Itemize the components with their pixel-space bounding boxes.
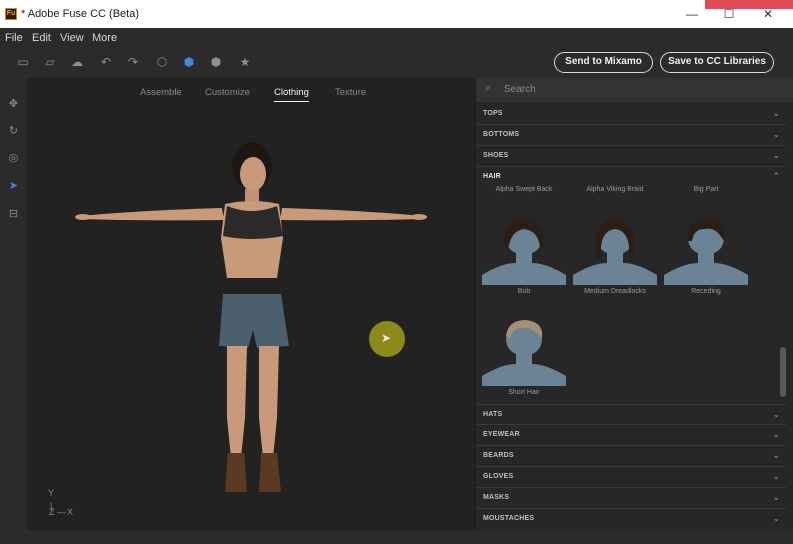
hair-thumbnail-bob[interactable]: [482, 215, 566, 285]
menu-more[interactable]: More: [92, 32, 117, 44]
search-bar[interactable]: ⌕ Search: [476, 78, 793, 102]
category-label: BOTTOMS: [483, 131, 520, 138]
menu-view[interactable]: View: [60, 32, 84, 44]
star-icon[interactable]: ★: [238, 55, 252, 69]
category-label: MASKS: [483, 494, 510, 501]
hair-name-alpha-viking-braid[interactable]: Alpha Viking Braid: [573, 186, 657, 193]
mouse-cursor-icon: ➤: [381, 331, 392, 345]
scrollbar-thumb[interactable]: [780, 347, 786, 397]
category-label: SHOES: [483, 152, 509, 159]
menu-file[interactable]: File: [5, 32, 23, 44]
category-shoes[interactable]: SHOES ⌄: [476, 146, 786, 167]
category-label: EYEWEAR: [483, 431, 520, 438]
hair-name-alpha-swept-back[interactable]: Alpha Swept Back: [482, 186, 566, 193]
window-title: * Adobe Fuse CC (Beta): [21, 8, 140, 20]
orbit-icon[interactable]: ◎: [7, 152, 20, 165]
category-gloves[interactable]: GLOVES ⌄: [476, 467, 786, 488]
select-arrow-icon[interactable]: ➤: [7, 180, 20, 193]
character-model[interactable]: [27, 78, 475, 530]
search-input[interactable]: Search: [504, 84, 536, 95]
category-label: TOPS: [483, 110, 503, 117]
shaded-cube-icon[interactable]: ⬢: [182, 55, 196, 69]
rotate-icon[interactable]: ↻: [7, 125, 20, 138]
cloud-icon[interactable]: ☁: [70, 55, 84, 69]
category-label: HAIR: [483, 173, 501, 180]
hair-name-bob[interactable]: Bob: [482, 288, 566, 295]
pose-icon[interactable]: ⊟: [7, 208, 20, 221]
title-bar: Fu * Adobe Fuse CC (Beta) — ☐ ✕: [0, 0, 793, 28]
category-label: GLOVES: [483, 473, 514, 480]
category-masks[interactable]: MASKS ⌄: [476, 488, 786, 509]
category-bottoms[interactable]: BOTTOMS ⌄: [476, 125, 786, 146]
status-bar: [0, 530, 793, 544]
category-hats[interactable]: HATS ⌄: [476, 404, 786, 425]
hair-name-receding[interactable]: Receding: [664, 288, 748, 295]
minimize-icon[interactable]: —: [677, 0, 707, 28]
hair-name-short-hair[interactable]: Short Hair: [482, 389, 566, 396]
search-icon: ⌕: [485, 82, 492, 94]
hair-name-big-part[interactable]: Big Part: [664, 186, 748, 193]
undo-icon[interactable]: ↶: [99, 55, 113, 69]
open-folder-icon[interactable]: ▱: [43, 55, 57, 69]
hair-name-medium-dreadlocks[interactable]: Medium Dreadlocks: [573, 288, 657, 295]
app-icon: Fu: [5, 8, 17, 20]
new-file-icon[interactable]: ▭: [16, 55, 30, 69]
category-label: MOUSTACHES: [483, 515, 535, 522]
hair-thumbnail-receding[interactable]: [664, 215, 748, 285]
category-beards[interactable]: BEARDS ⌄: [476, 446, 786, 467]
maximize-icon[interactable]: ☐: [714, 0, 744, 28]
category-tops[interactable]: TOPS ⌄: [476, 104, 786, 125]
category-label: BEARDS: [483, 452, 514, 459]
wireframe-cube-icon[interactable]: ⬡: [155, 55, 169, 69]
menu-edit[interactable]: Edit: [32, 32, 51, 44]
axis-x-label: X: [67, 507, 74, 517]
hair-thumbnail-medium-dreadlocks[interactable]: [573, 215, 657, 285]
close-icon[interactable]: ✕: [753, 0, 783, 28]
category-eyewear[interactable]: EYEWEAR ⌄: [476, 425, 786, 446]
textured-cube-icon[interactable]: ⬢: [209, 55, 223, 69]
send-to-mixamo-button[interactable]: Send to Mixamo: [554, 52, 653, 73]
menu-bar: File Edit View More: [0, 28, 793, 48]
panel-scrollbar[interactable]: [779, 104, 787, 526]
viewport-3d[interactable]: Assemble Customize Clothing Texture ➤ Y …: [27, 78, 475, 530]
hair-thumbnail-short-hair[interactable]: [482, 316, 566, 386]
category-moustaches[interactable]: MOUSTACHES ⌄: [476, 509, 786, 530]
category-hair[interactable]: HAIR ⌃: [476, 167, 786, 188]
redo-icon[interactable]: ↷: [126, 55, 140, 69]
save-to-cc-libraries-button[interactable]: Save to CC Libraries: [660, 52, 774, 73]
clothing-library-panel: ⌕ Search TOPS ⌄ BOTTOMS ⌄ SHOES ⌄ HAIR ⌃…: [476, 78, 793, 530]
axis-dash-icon: —: [57, 507, 66, 517]
axis-y-label: Y: [48, 488, 55, 498]
left-tool-bar: ✥ ↻ ◎ ➤ ⊟: [0, 78, 27, 530]
move-icon[interactable]: ✥: [7, 98, 20, 111]
category-label: HATS: [483, 411, 503, 418]
axis-z-label: Z: [49, 507, 55, 517]
